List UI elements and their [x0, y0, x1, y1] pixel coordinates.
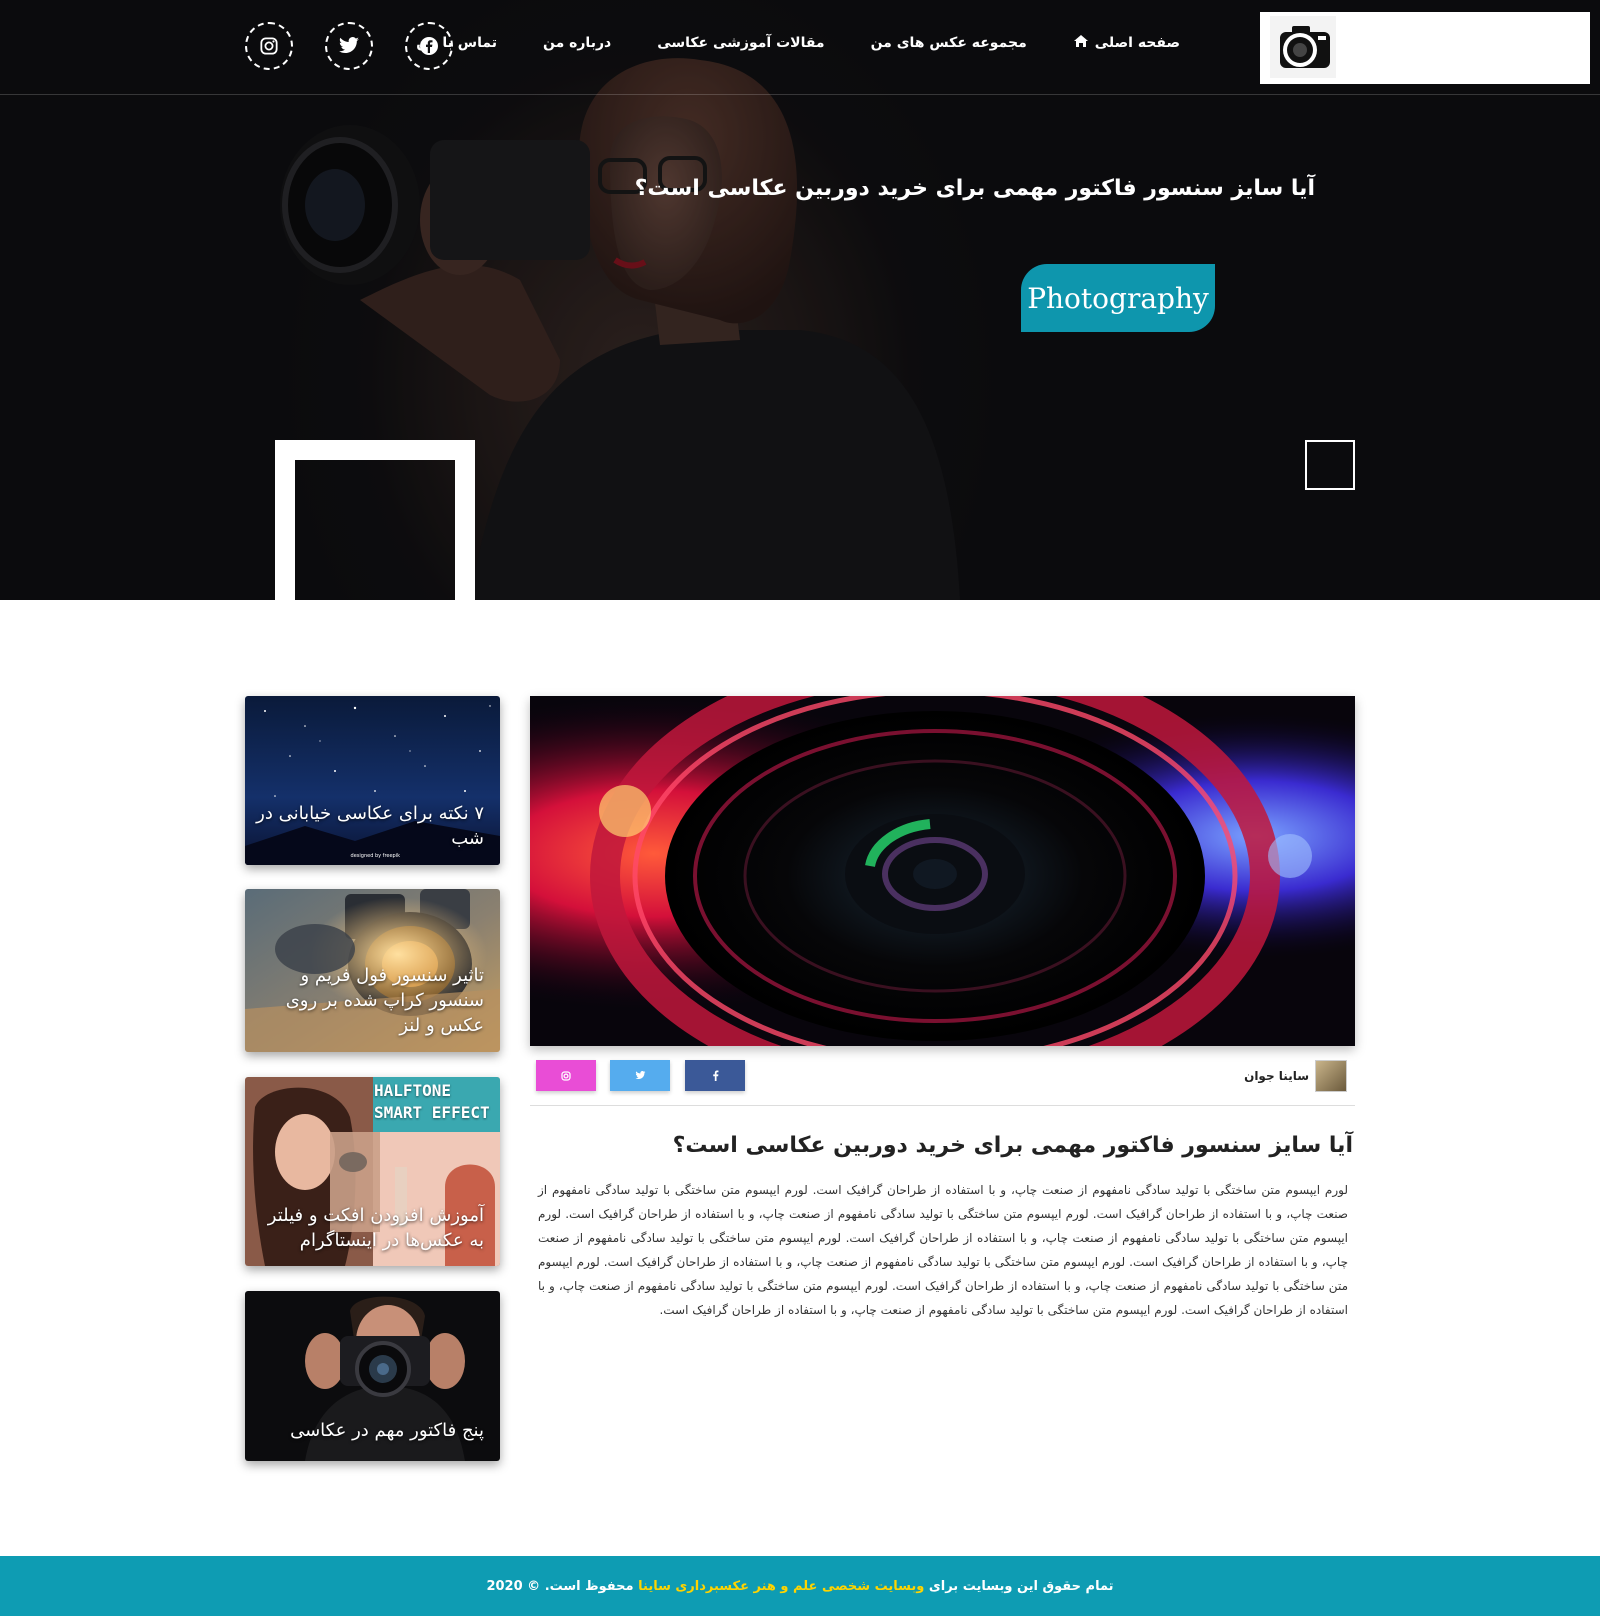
- top-navbar: صفحه اصلی مجموعه عکس های من مقالات آموزش…: [0, 0, 1600, 95]
- share-instagram-button[interactable]: [536, 1060, 596, 1091]
- nav-home-label: صفحه اصلی: [1094, 35, 1180, 51]
- nav-gallery[interactable]: مجموعه عکس های من: [871, 34, 1027, 52]
- camera-logo-icon: [1270, 16, 1336, 78]
- share-facebook-button[interactable]: [685, 1060, 745, 1091]
- sidebar-post-sensor[interactable]: تاثیر سنسور فول فریم و سنسور کراپ شده بر…: [245, 889, 500, 1052]
- main-menu: صفحه اصلی مجموعه عکس های من مقالات آموزش…: [416, 34, 1180, 52]
- article-meta-bar: ساینا جوان: [530, 1060, 1355, 1106]
- author-name: ساینا جوان: [1244, 1069, 1309, 1083]
- article-body-text: لورم ایپسوم متن ساختگی با تولید سادگی نا…: [538, 1183, 1348, 1317]
- site-logo[interactable]: [1260, 12, 1590, 84]
- copyright-suffix: محفوظ است. © 2020: [486, 1578, 634, 1594]
- twitter-icon: [339, 37, 359, 54]
- sidebar-post-five-factors[interactable]: پنج فاکتور مهم در عکاسی: [245, 1291, 500, 1461]
- nav-home[interactable]: صفحه اصلی: [1073, 34, 1180, 52]
- sidebar-post-title: پنج فاکتور مهم در عکاسی: [290, 1420, 484, 1441]
- article-featured-image: [530, 696, 1355, 1046]
- sidebar-post-title: آموزش افزودن افکت و فیلتر به عکس‌ها در ا…: [267, 1205, 484, 1251]
- sidebar-post-title: ۷ نکته برای عکاسی خیابانی در شب: [256, 803, 484, 849]
- sidebar-post-instagram[interactable]: HALFTONE SMART EFFECT آموزش افزودن افکت …: [245, 1077, 500, 1266]
- home-icon: [1073, 34, 1089, 52]
- camera-lens-image: [530, 696, 1355, 1046]
- hero-title: آیا سایز سنسور فاکتور مهمی برای خرید دور…: [634, 176, 1315, 201]
- halftone-overlay-text: HALFTONE SMART EFFECT: [374, 1081, 490, 1122]
- share-twitter-button[interactable]: [610, 1060, 670, 1091]
- twitter-link[interactable]: [325, 22, 373, 70]
- hero-banner: صفحه اصلی مجموعه عکس های من مقالات آموزش…: [0, 0, 1600, 600]
- site-footer: تمام حقوق این وبسایت برای وبسایت شخصی عل…: [0, 1556, 1600, 1616]
- nav-about-label: درباره من: [542, 35, 612, 51]
- copyright-site-link[interactable]: وبسایت شخصی علم و هنر عکسبرداری ساینا: [638, 1579, 924, 1594]
- instagram-icon: [260, 37, 278, 55]
- instagram-icon: [561, 1070, 571, 1081]
- nav-gallery-label: مجموعه عکس های من: [870, 35, 1027, 51]
- decorative-frame-right: [1305, 440, 1355, 490]
- nav-articles[interactable]: مقالات آموزشی عکاسی: [657, 34, 824, 52]
- facebook-icon: [420, 37, 438, 55]
- hero-category-badge[interactable]: Photography: [1021, 264, 1215, 332]
- twitter-icon: [635, 1071, 645, 1080]
- instagram-link[interactable]: [245, 22, 293, 70]
- sidebar-post-title: تاثیر سنسور فول فریم و سنسور کراپ شده بر…: [285, 965, 484, 1036]
- nav-articles-label: مقالات آموزشی عکاسی: [657, 35, 825, 51]
- author-info[interactable]: ساینا جوان: [1244, 1060, 1347, 1092]
- article-title: آیا سایز سنسور فاکتور مهمی برای خرید دور…: [672, 1133, 1353, 1158]
- decorative-frame-left: [275, 440, 475, 600]
- image-credit: designed by freepik: [350, 853, 400, 859]
- facebook-link[interactable]: [405, 22, 453, 70]
- copyright-prefix: تمام حقوق این وبسایت برای: [928, 1578, 1114, 1594]
- sidebar-post-night-street[interactable]: ۷ نکته برای عکاسی خیابانی در شب designed…: [245, 696, 500, 865]
- author-avatar: [1315, 1060, 1347, 1092]
- facebook-icon: [712, 1070, 718, 1081]
- nav-about[interactable]: درباره من: [543, 34, 611, 52]
- copyright-text: تمام حقوق این وبسایت برای وبسایت شخصی عل…: [486, 1579, 1113, 1594]
